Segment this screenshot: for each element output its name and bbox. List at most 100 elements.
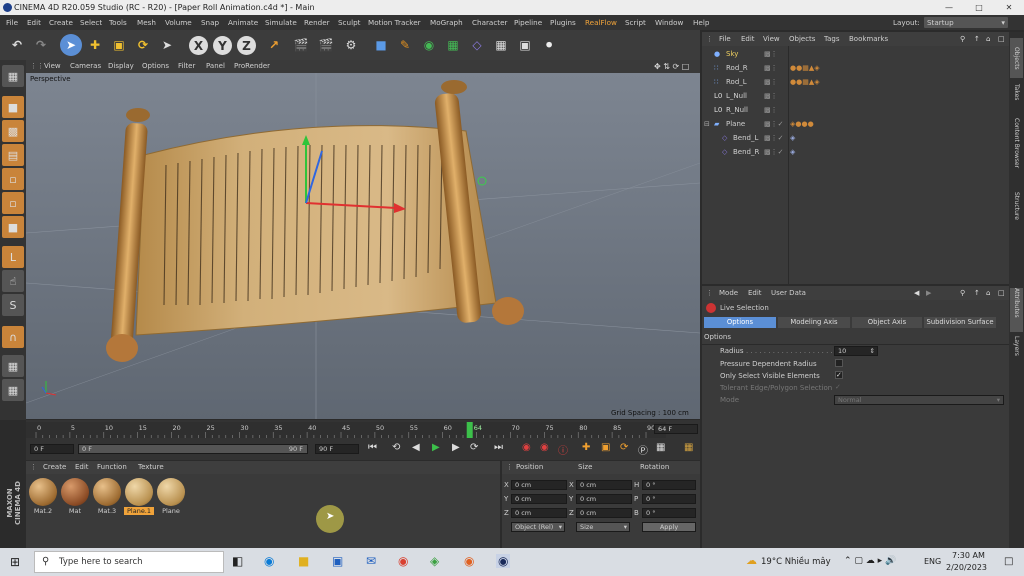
material-swatch-mat2[interactable]: Mat.2 xyxy=(28,478,58,518)
menu-create[interactable]: Create xyxy=(49,15,73,30)
pen-icon[interactable]: ✎ xyxy=(394,34,416,56)
cube-icon[interactable]: ■ xyxy=(370,34,392,56)
coordinate-system-icon[interactable]: ↗ xyxy=(263,34,285,56)
layout-dropdown[interactable]: Startup ▾ xyxy=(924,17,1008,28)
subdivision-icon[interactable]: ◉ xyxy=(418,34,440,56)
taskbar-search-box[interactable]: ⚲ Type here to search xyxy=(34,551,224,573)
viewport-menu-prorender[interactable]: ProRender xyxy=(234,60,270,73)
previous-key-icon[interactable]: ⟲ xyxy=(392,442,400,453)
visibility-icon[interactable]: ▩⋮ xyxy=(764,48,778,61)
tag-icon[interactable]: ◈ xyxy=(790,132,795,145)
current-frame-field[interactable]: 64 F xyxy=(654,424,698,434)
menu-file[interactable]: File xyxy=(6,15,18,30)
material-tags-icon[interactable]: ●●▦▲◈ xyxy=(790,76,820,89)
cloner-icon[interactable]: ▦ xyxy=(442,34,464,56)
viewport-perspective[interactable]: Perspective Grid Spacing : 100 cm xyxy=(26,73,700,419)
menu-edit[interactable]: Edit xyxy=(27,15,41,30)
om-menu-tags[interactable]: Tags xyxy=(824,32,840,46)
object-row-rod-l[interactable]: ∷ Rod_L ▩⋮ ●●▦▲◈ xyxy=(702,76,1007,89)
workplane-icon[interactable]: ▤ xyxy=(2,144,24,166)
position-z-input[interactable]: 0 cm xyxy=(511,508,567,518)
om-menu-edit[interactable]: Edit xyxy=(741,32,755,46)
pressure-checkbox[interactable] xyxy=(835,359,843,367)
object-row-l-null[interactable]: L0 L_Null ▩⋮ xyxy=(702,90,1007,103)
snap-icon[interactable]: S xyxy=(2,294,24,316)
y-axis-icon[interactable]: Y xyxy=(213,36,232,55)
floor-icon[interactable]: ▦ xyxy=(490,34,512,56)
rotation-p-input[interactable]: 0 ° xyxy=(642,494,696,504)
menu-render[interactable]: Render xyxy=(304,15,330,30)
light-icon[interactable]: ⚫ xyxy=(538,34,560,56)
cinema4d-taskbar-icon[interactable]: ◉ xyxy=(496,554,511,568)
render-view-icon[interactable]: 🎬 xyxy=(290,34,312,56)
object-row-plane[interactable]: ⊟ ▰ Plane ▩⋮✓ ◈●●● xyxy=(702,118,1007,131)
om-menu-view[interactable]: View xyxy=(763,32,780,46)
om-menu-bookmarks[interactable]: Bookmarks xyxy=(849,32,888,46)
end-frame-field[interactable]: 90 F xyxy=(315,444,359,454)
menu-snap[interactable]: Snap xyxy=(201,15,219,30)
record-keys-icon[interactable]: ◉ xyxy=(522,442,531,453)
search-icon[interactable]: ⚲ xyxy=(960,286,965,300)
position-key-icon[interactable]: ✚ xyxy=(582,442,590,453)
menu-select[interactable]: Select xyxy=(80,15,102,30)
viewport-menu-options[interactable]: Options xyxy=(142,60,169,73)
playhead[interactable] xyxy=(466,422,473,438)
menu-simulate[interactable]: Simulate xyxy=(265,15,297,30)
menu-plugins[interactable]: Plugins xyxy=(550,15,576,30)
close-button[interactable]: ✕ xyxy=(994,0,1024,15)
new-view-icon[interactable]: □ xyxy=(998,286,1005,300)
rotation-key-icon[interactable]: ⟳ xyxy=(620,442,628,453)
visibility-icon[interactable]: ▩⋮✓ xyxy=(764,118,783,131)
start-frame-field[interactable]: 0 F xyxy=(30,444,74,454)
mode-dropdown[interactable]: Normal ▾ xyxy=(834,395,1004,405)
timeline-ruler[interactable]: 0 5 10 15 20 25 30 35 40 45 50 55 60 64 70 75 80 85 90 xyxy=(26,422,666,438)
visibility-icon[interactable]: ▩⋮ xyxy=(764,90,778,103)
apply-button[interactable]: Apply xyxy=(642,522,696,532)
material-swatch-mat3[interactable]: Mat.3 xyxy=(92,478,122,518)
viewport-menu-cameras[interactable]: Cameras xyxy=(70,60,101,73)
go-to-start-icon[interactable]: ⏮ xyxy=(368,442,377,453)
weather-text[interactable]: 19°C Nhiều mây xyxy=(761,557,831,567)
coordinate-mode-dropdown[interactable]: Object (Rel) ▾ xyxy=(511,522,565,532)
object-row-r-null[interactable]: L0 R_Null ▩⋮ xyxy=(702,104,1007,117)
material-tags-icon[interactable]: ●●▦▲◈ xyxy=(790,62,820,75)
tab-options[interactable]: Options xyxy=(704,317,776,328)
new-view-icon[interactable]: □ xyxy=(998,32,1005,46)
clock-time[interactable]: 7:30 AM xyxy=(952,551,985,560)
make-editable-icon[interactable]: ▦ xyxy=(2,65,24,87)
side-tab-structure[interactable]: Structure xyxy=(1010,192,1023,232)
rotate-icon[interactable]: ⟳ xyxy=(132,34,154,56)
radius-input[interactable]: 10 ⇕ xyxy=(834,346,878,356)
material-swatch-plane[interactable]: Plane xyxy=(156,478,186,518)
chrome-icon[interactable]: ◉ xyxy=(398,554,408,568)
am-menu-edit[interactable]: Edit xyxy=(748,286,762,300)
size-y-input[interactable]: 0 cm xyxy=(576,494,632,504)
visibility-icon[interactable]: ▩⋮✓ xyxy=(764,146,783,159)
previous-frame-icon[interactable]: ◀ xyxy=(412,442,420,453)
side-tab-content-browser[interactable]: Content Browser xyxy=(1010,118,1023,188)
menu-window[interactable]: Window xyxy=(655,15,683,30)
menu-tools[interactable]: Tools xyxy=(109,15,127,30)
rotation-b-input[interactable]: 0 ° xyxy=(642,508,696,518)
stepper-icon[interactable]: ⇕ xyxy=(870,347,875,355)
edges-mode-icon[interactable]: ▫ xyxy=(2,192,24,214)
am-menu-mode[interactable]: Mode xyxy=(719,286,738,300)
range-slider[interactable]: 0 F 90 F xyxy=(78,444,308,454)
mm-menu-function[interactable]: Function xyxy=(97,461,127,474)
pla-key-icon[interactable]: ▦ xyxy=(656,442,665,453)
system-tray-icons[interactable]: ⌃ ▢ ☁ ▸ 🔊 xyxy=(844,556,896,566)
windows-start-icon[interactable]: ⊞ xyxy=(10,555,20,569)
autokeying-icon[interactable]: ◉ xyxy=(540,442,549,453)
home-icon[interactable]: ⌂ xyxy=(986,286,990,300)
side-tab-attributes[interactable]: Attributes xyxy=(1010,288,1023,332)
scale-icon[interactable]: ▣ xyxy=(108,34,130,56)
menu-realflow[interactable]: RealFlow xyxy=(585,15,617,30)
side-tab-takes[interactable]: Takes xyxy=(1010,84,1023,114)
visibility-icon[interactable]: ▩⋮✓ xyxy=(764,132,783,145)
lock-workplane-icon[interactable]: ▦ xyxy=(2,355,24,377)
play-icon[interactable]: ▶ xyxy=(432,442,440,453)
magnet-icon[interactable]: ∩ xyxy=(2,326,24,348)
tolerant-checkbox[interactable]: ✓ xyxy=(835,383,841,391)
viewport-menu-display[interactable]: Display xyxy=(108,60,134,73)
model-mode-icon[interactable]: ■ xyxy=(2,96,24,118)
